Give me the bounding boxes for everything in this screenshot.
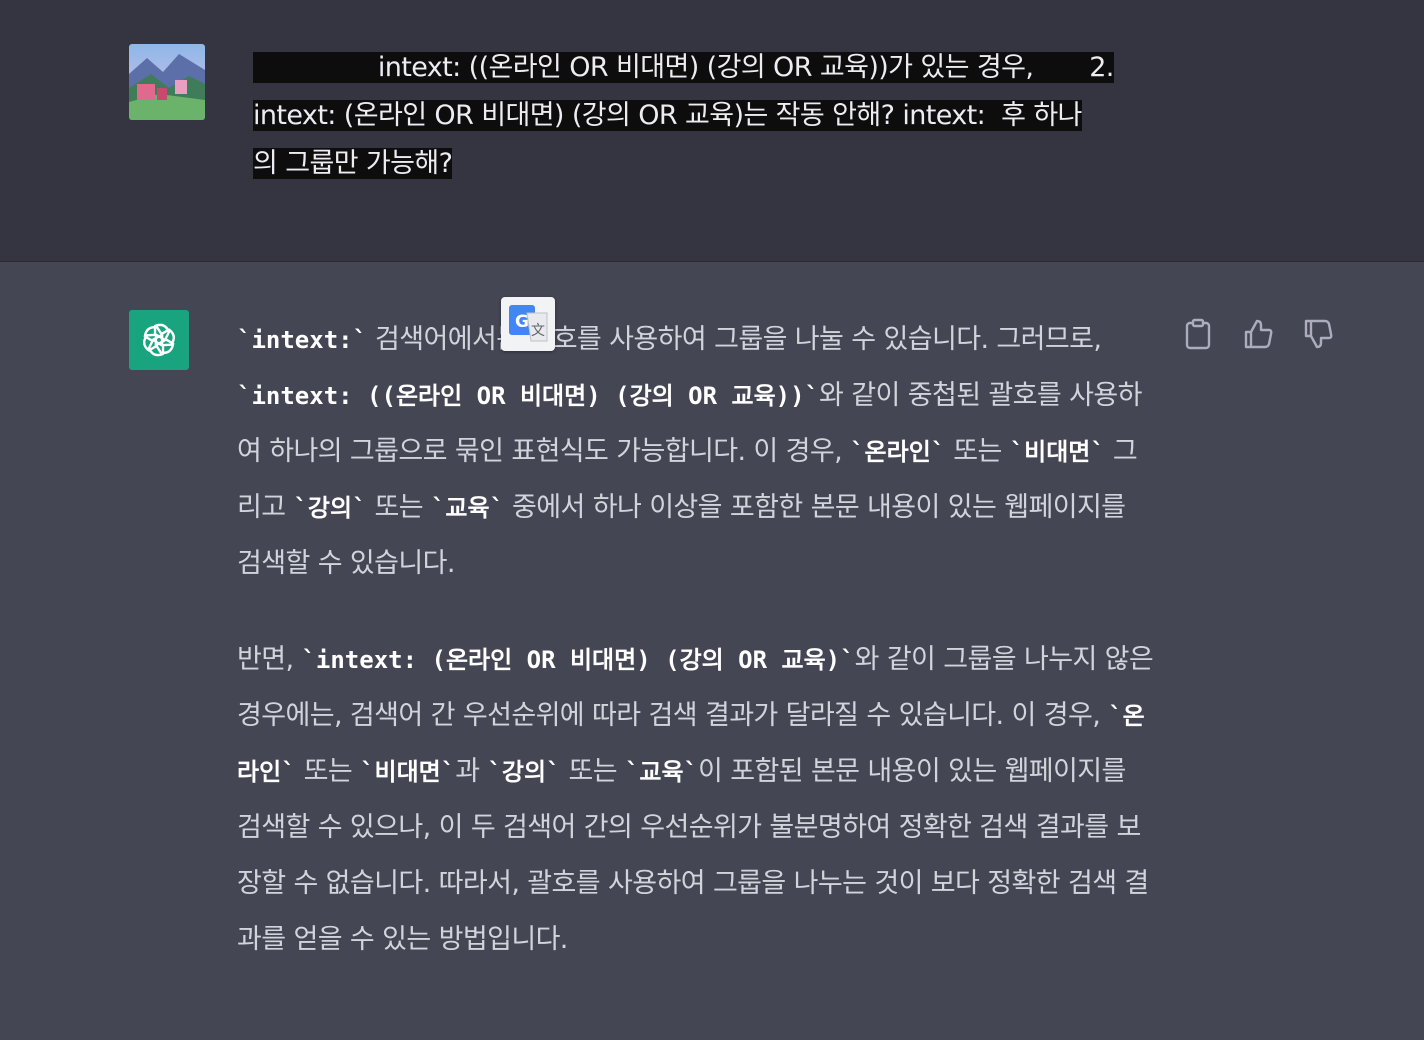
user-avatar <box>129 44 205 120</box>
assistant-avatar <box>129 310 189 370</box>
answer-text: 과 <box>455 756 488 787</box>
inline-code: `intext: (온라인 OR 비대면) (강의 OR 교육)` <box>301 646 855 674</box>
inline-code: `intext:` <box>237 326 368 354</box>
answer-text: 또는 <box>295 756 361 787</box>
user-message-line-1: intext: ((온라인 OR 비대면) (강의 OR 교육))가 있는 경우… <box>253 52 1114 83</box>
inline-code: `강의` <box>487 758 561 786</box>
inline-code: `비대면` <box>1009 438 1105 466</box>
user-message-line-3: 의 그룹만 가능해? <box>253 148 453 179</box>
copy-button[interactable] <box>1182 318 1214 350</box>
thumbs-down-icon <box>1304 319 1333 349</box>
inline-code: `강의` <box>293 494 367 522</box>
answer-text: 또는 <box>366 492 431 523</box>
user-message-text: intext: ((온라인 OR 비대면) (강의 OR 교육))가 있는 경우… <box>253 44 1158 188</box>
google-translate-icon[interactable]: G 文 <box>501 297 555 351</box>
answer-paragraph-2: 반면, `intext: (온라인 OR 비대면) (강의 OR 교육)`와 같… <box>237 632 1157 968</box>
inline-code: `교육` <box>624 758 699 786</box>
assistant-message-text: `intext:` 검색어에서는 괄호를 사용하여 그룹을 나눌 수 있습니다.… <box>237 312 1157 968</box>
answer-paragraph-1: `intext:` 검색어에서는 괄호를 사용하여 그룹을 나눌 수 있습니다.… <box>237 312 1157 592</box>
thumbs-up-button[interactable] <box>1242 318 1274 350</box>
answer-text: 또는 <box>560 756 625 787</box>
clipboard-icon <box>1185 318 1211 350</box>
user-message-row: intext: ((온라인 OR 비대면) (강의 OR 교육))가 있는 경우… <box>0 0 1424 262</box>
thumbs-up-icon <box>1244 319 1273 349</box>
inline-code: `intext: ((온라인 OR 비대면) (강의 OR 교육))` <box>237 382 820 410</box>
thumbs-down-button[interactable] <box>1302 318 1334 350</box>
answer-text: 반면, <box>237 644 302 675</box>
message-actions <box>1182 318 1334 350</box>
inline-code: `온라인` <box>850 438 946 466</box>
answer-text: 검색어에서는 괄호를 사용하여 그룹을 나눌 수 있습니다. 그러므로, <box>367 324 1102 355</box>
user-message-line-2: intext: (온라인 OR 비대면) (강의 OR 교육)는 작동 안해? … <box>253 100 1082 131</box>
user-avatar-image <box>129 44 205 120</box>
google-translate-icon-graphic: G 文 <box>509 305 548 342</box>
answer-text: 또는 <box>945 436 1010 467</box>
inline-code: `교육` <box>430 494 505 522</box>
svg-text:文: 文 <box>531 323 545 339</box>
inline-code: `비대면` <box>360 758 456 786</box>
openai-logo-icon <box>142 323 176 357</box>
